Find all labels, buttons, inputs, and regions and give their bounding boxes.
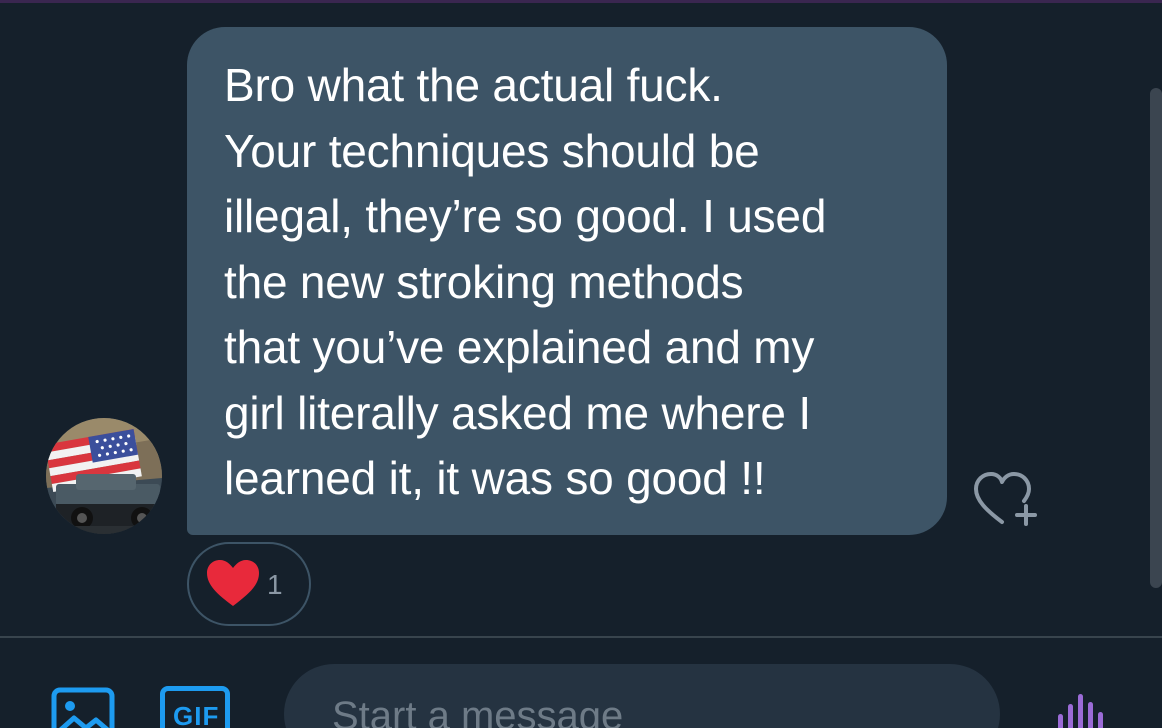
message-input-placeholder: Start a message bbox=[332, 694, 624, 728]
message-text: Bro what the actual fuck. Your technique… bbox=[224, 59, 827, 504]
message-input[interactable]: Start a message bbox=[284, 664, 1000, 728]
reaction-count: 1 bbox=[267, 569, 283, 600]
image-icon bbox=[51, 687, 115, 728]
sender-avatar[interactable] bbox=[46, 418, 162, 534]
heart-icon bbox=[207, 560, 259, 606]
voice-message-button[interactable] bbox=[1052, 688, 1116, 728]
scrollbar[interactable] bbox=[1150, 88, 1162, 588]
add-media-button[interactable] bbox=[50, 686, 116, 728]
gif-button[interactable]: GIF bbox=[160, 686, 230, 728]
message-row: Bro what the actual fuck. Your technique… bbox=[0, 0, 1162, 636]
avatar-image bbox=[46, 418, 162, 534]
message-bubble[interactable]: Bro what the actual fuck. Your technique… bbox=[187, 27, 947, 535]
gif-label: GIF bbox=[173, 701, 220, 728]
dm-conversation-screen: Bro what the actual fuck. Your technique… bbox=[0, 0, 1162, 728]
add-reaction-button[interactable] bbox=[972, 470, 1044, 530]
message-composer: GIF Start a message bbox=[0, 638, 1162, 728]
heart-plus-icon bbox=[974, 472, 1037, 526]
reaction-chip[interactable]: 1 bbox=[187, 542, 311, 626]
voice-wave-icon bbox=[1058, 694, 1103, 728]
